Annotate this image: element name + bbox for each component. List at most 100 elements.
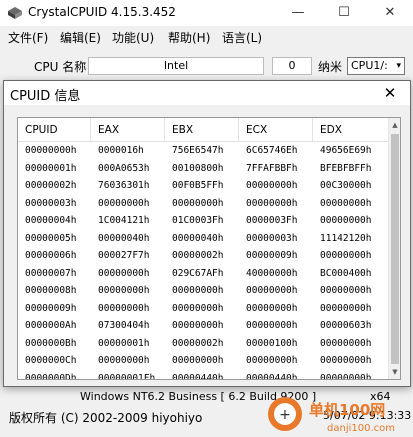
minimize-button[interactable]: — — [275, 0, 321, 26]
copyright-text: 版权所有 (C) 2002-2009 hiyohiyo — [9, 411, 203, 425]
menu-function[interactable]: 功能(U) — [112, 29, 154, 46]
app-icon — [8, 7, 22, 19]
menu-file[interactable]: 文件(F) — [8, 29, 48, 46]
cell-edx: 00000603h — [320, 320, 372, 331]
cell-cpuid: 00000005h — [25, 232, 77, 244]
cell-edx: 49656E69h — [320, 145, 372, 156]
column-header-edx[interactable]: EDX — [313, 118, 390, 142]
cell-cpuid: 00000004h — [25, 215, 77, 226]
cell-cpuid: 00000006h — [25, 250, 77, 261]
cell-edx: 00000000h — [320, 250, 372, 261]
cell-edx: 00000000h — [320, 337, 372, 349]
cell-cpuid: 00000003h — [25, 197, 77, 209]
column-header-ebx[interactable]: EBX — [165, 118, 239, 142]
cell-ecx: 00000100h — [246, 337, 298, 349]
cell-cpuid: 0000000Ah — [25, 320, 77, 331]
column-header-ecx[interactable]: ECX — [239, 118, 313, 142]
cell-eax: 00000040h — [98, 232, 150, 244]
cell-cpuid: 0000000Bh — [25, 337, 77, 349]
cell-ebx: 00F0B5FFh — [172, 180, 224, 191]
cell-ebx: 00000000h — [172, 285, 224, 296]
column-header-eax[interactable]: EAX — [91, 118, 165, 142]
nm-label: 纳米 — [318, 60, 343, 74]
table-row[interactable]: 00000004h 1C004121h 01C0003Fh 0000003Fh 0000… — [18, 212, 390, 230]
cell-eax: 00000001Fh — [98, 372, 156, 380]
cell-eax: 00000000h — [98, 355, 150, 366]
cell-eax: 00000000h — [98, 197, 150, 209]
cell-cpuid: 00000007h — [25, 267, 77, 279]
cpu-select[interactable]: CPU1/: ▾ — [347, 57, 405, 75]
table-row[interactable]: 00000008h 00000000h 00000000h 00000000h 0000… — [18, 282, 390, 300]
cell-eax: 00000001h — [98, 337, 150, 349]
cpu-name-label: CPU 名称 — [34, 60, 87, 74]
cell-edx: 00000000h — [320, 197, 372, 209]
table-header: CPUID EAX EBX ECX EDX — [18, 118, 390, 142]
watermark-brand: 单机100网 — [309, 401, 385, 419]
cpuid-table[interactable]: CPUID EAX EBX ECX EDX 00000000h 0000016h 7… — [17, 117, 401, 380]
cell-ecx: 00000000h — [246, 180, 298, 191]
cell-eax: 1C004121h — [98, 215, 150, 226]
table-row[interactable]: 00000002h 76036301h 00F0B5FFh 00000000h 00C3… — [18, 177, 390, 195]
cell-ebx: 029C67AFh — [172, 267, 224, 279]
cpu-select-value: CPU1/: — [351, 59, 388, 72]
scroll-thumb[interactable] — [391, 134, 399, 364]
cell-ebx: 01C0003Fh — [172, 215, 224, 226]
cell-eax: 00000000h — [98, 302, 150, 314]
table-row[interactable]: 00000005h 00000040h 00000040h 00000003h 1114… — [18, 230, 390, 248]
column-header-cpuid[interactable]: CPUID — [18, 118, 91, 142]
cell-ecx: 00000000h — [246, 355, 298, 366]
watermark-logo: + 单机100网 danji100.com — [268, 397, 395, 434]
maximize-button[interactable]: ☐ — [321, 0, 367, 26]
cell-edx: 00000000h — [320, 215, 372, 226]
menu-help[interactable]: 帮助(H) — [168, 29, 210, 46]
table-row[interactable]: 00000000h 0000016h 756E6547h 6C65746Eh 49656… — [18, 142, 390, 160]
cell-ecx: 00000440h — [246, 372, 298, 380]
table-row[interactable]: 00000001h 000A0653h 00100800h 7FFAFBBFh BFEB… — [18, 160, 390, 178]
svg-text:+: + — [279, 407, 291, 423]
cell-ebx: 00000440h — [172, 372, 224, 380]
cell-eax: 000A0653h — [98, 162, 150, 174]
table-row[interactable]: 00000006h 000027F7h 00000002h 00000009h 0000… — [18, 247, 390, 265]
table-row[interactable]: 0000000Ah 07300404h 00000000h 00000000h 0000… — [18, 317, 390, 335]
cell-cpuid: 0000000Dh — [25, 372, 77, 380]
table-row[interactable]: 0000000Dh 00000001Fh 00000440h 00000440h 000… — [18, 370, 390, 380]
cell-eax: 07300404h — [98, 320, 150, 331]
cell-edx: BFEBFBFFh — [320, 162, 372, 174]
chevron-down-icon: ▾ — [396, 61, 401, 71]
table-row[interactable]: 00000003h 00000000h 00000000h 00000000h 0000… — [18, 195, 390, 213]
cell-ebx: 00000000h — [172, 355, 224, 366]
table-row[interactable]: 0000000Ch 00000000h 00000000h 00000000h 0000… — [18, 352, 390, 370]
close-button[interactable]: ✕ — [367, 0, 413, 26]
cell-cpuid: 00000009h — [25, 302, 77, 314]
dialog-close-button[interactable]: ✕ — [370, 81, 410, 105]
table-row[interactable]: 0000000Bh 00000001h 00000002h 00000100h 0000… — [18, 335, 390, 353]
cell-ecx: 0000003Fh — [246, 215, 298, 226]
cell-edx: 11142120h — [320, 232, 372, 244]
cell-ebx: 00000002h — [172, 250, 224, 261]
scroll-down-icon[interactable]: ▼ — [389, 365, 400, 379]
table-row[interactable]: 00000007h 00000000h 029C67AFh 40000000h BC00… — [18, 265, 390, 283]
menu-bar: 文件(F) 编辑(E) 功能(U) 帮助(H) 语言(L) — [0, 26, 413, 48]
cell-ebx: 756E6547h — [172, 145, 224, 156]
cell-ebx: 00100800h — [172, 162, 224, 174]
cell-eax: 00000000h — [98, 285, 150, 296]
cell-ecx: 6C65746Eh — [246, 145, 298, 156]
cell-edx: 00000000h — [320, 285, 372, 296]
menu-language[interactable]: 语言(L) — [222, 29, 262, 46]
scroll-up-icon[interactable]: ▲ — [389, 118, 400, 132]
cell-ecx: 00000000h — [246, 285, 298, 296]
cell-eax: 00000000h — [98, 267, 150, 279]
cpu-name-field: Intel — [88, 57, 264, 75]
vertical-scrollbar[interactable]: ▲ ▼ — [388, 118, 400, 379]
cell-ebx: 00000040h — [172, 232, 224, 244]
table-row[interactable]: 00000009h 00000000h 00000000h 00000000h 0000… — [18, 300, 390, 318]
title-bar: CrystalCPUID 4.15.3.452 — ☐ ✕ — [0, 0, 413, 26]
menu-edit[interactable]: 编辑(E) — [60, 29, 101, 46]
cell-ebx: 00000000h — [172, 320, 224, 331]
cell-edx: 00000000h — [320, 372, 372, 380]
cell-cpuid: 00000002h — [25, 180, 77, 191]
table-body: 00000000h 0000016h 756E6547h 6C65746Eh 49656… — [18, 142, 390, 380]
dialog-title: CPUID 信息 — [10, 89, 81, 104]
cell-ebx: 00000000h — [172, 302, 224, 314]
cpu-value-field: 0 — [272, 57, 312, 75]
